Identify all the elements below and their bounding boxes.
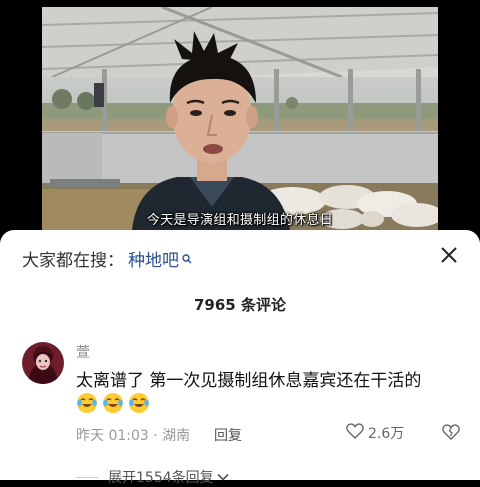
like-count: 2.6万 xyxy=(368,426,405,442)
broken-heart-icon[interactable] xyxy=(442,424,460,444)
video-player[interactable]: 今天是导演组和摄制组的休息日 xyxy=(42,7,438,230)
comment-username[interactable]: 萱 xyxy=(76,342,90,362)
comment-count: 7965 条评论 xyxy=(194,296,286,314)
comment-emojis xyxy=(76,392,150,418)
video-frame xyxy=(42,7,438,230)
close-icon[interactable] xyxy=(436,242,462,268)
expand-replies-button[interactable]: 展开1554条回复 xyxy=(76,467,229,487)
divider xyxy=(76,476,98,478)
heart-icon xyxy=(346,423,364,443)
comment-text: 太离谱了 第一次见摄制组休息嘉宾还在干活的 xyxy=(76,371,422,391)
avatar[interactable] xyxy=(22,342,64,384)
search-term-link[interactable]: 种地吧 xyxy=(128,246,179,271)
comment-sheet: 大家都在搜： 种地吧 7965 条评论 萱 太离谱了 第一次见摄制组休息嘉宾还在… xyxy=(0,230,480,486)
crying-laughing-emoji-icon xyxy=(76,392,98,418)
reply-button[interactable]: 回复 xyxy=(214,425,242,445)
like-button[interactable]: 2.6万 xyxy=(346,423,404,443)
video-subtitle: 今天是导演组和摄制组的休息日 xyxy=(146,213,334,228)
crying-laughing-emoji-icon xyxy=(128,392,150,418)
comment-meta: 昨天 01:03 · 湖南 xyxy=(76,428,191,444)
search-prefix: 大家都在搜： xyxy=(22,251,124,271)
expand-replies-label: 展开1554条回复 xyxy=(108,470,214,486)
search-icon xyxy=(182,253,192,264)
crying-laughing-emoji-icon xyxy=(102,392,124,418)
search-suggestion[interactable]: 大家都在搜： 种地吧 xyxy=(22,246,192,271)
